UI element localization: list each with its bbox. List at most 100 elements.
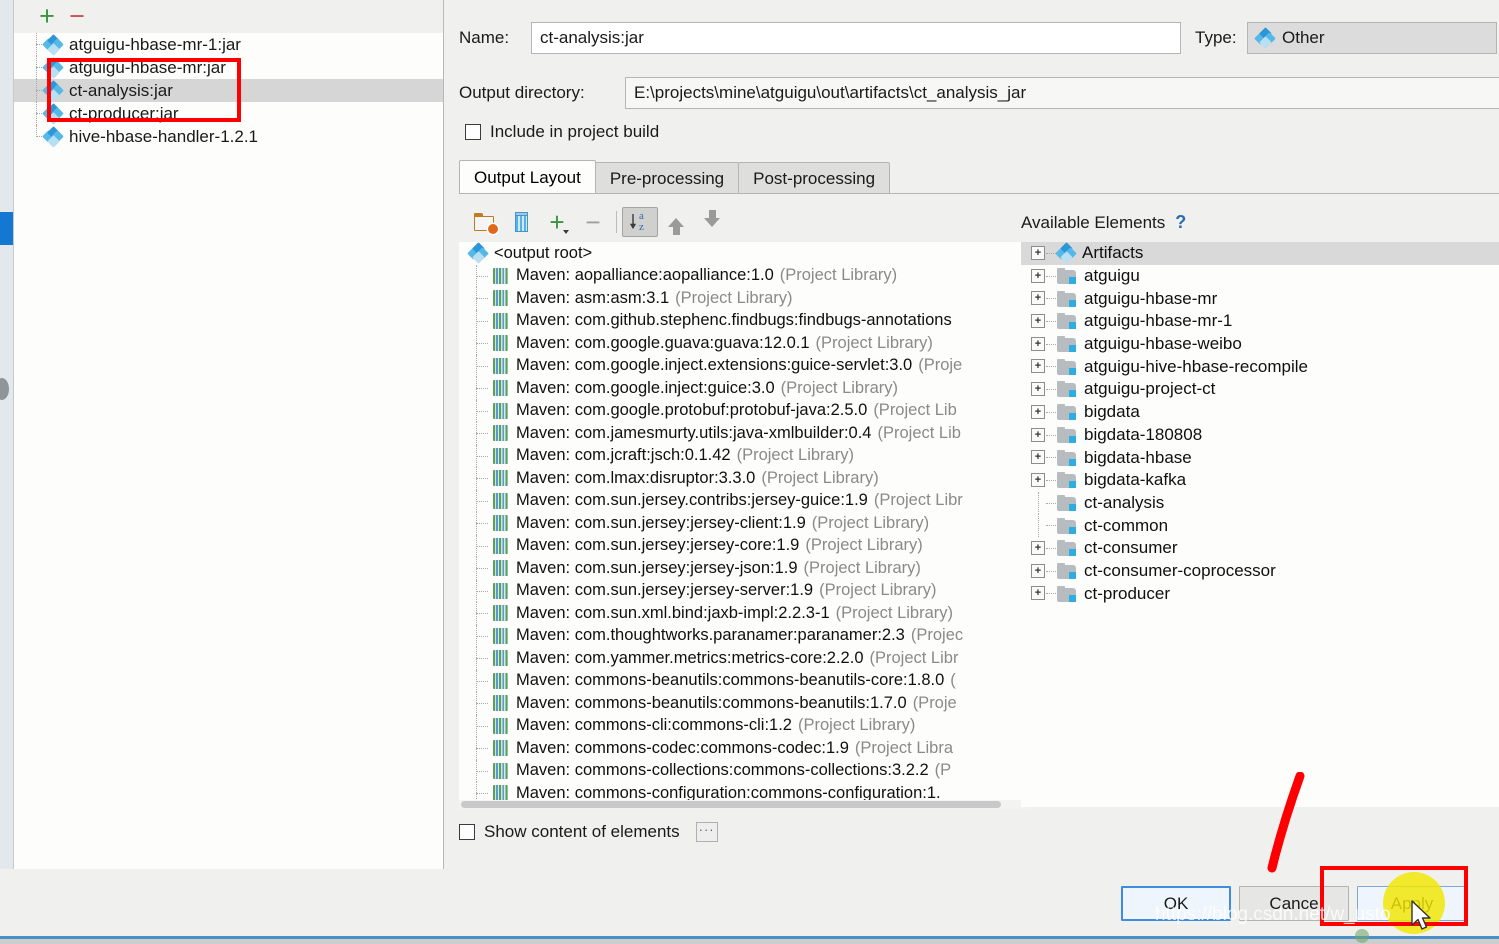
output-directory-input[interactable]: E:\projects\mine\atguigu\out\artifacts\c… (625, 77, 1499, 109)
expand-icon[interactable]: + (1031, 359, 1045, 374)
library-icon (493, 335, 508, 352)
show-content-of-elements-row[interactable]: Show content of elements ··· (459, 822, 718, 842)
type-select[interactable]: Other (1247, 22, 1497, 54)
available-elements-title: Available Elements (1021, 212, 1166, 232)
name-input[interactable]: ct-analysis:jar (531, 22, 1181, 54)
expand-icon[interactable]: + (1031, 450, 1045, 465)
expand-icon[interactable]: + (1031, 404, 1045, 419)
artifact-list-item[interactable]: ct-producer:jar (14, 102, 443, 125)
artifact-list-item[interactable]: atguigu-hbase-mr:jar (14, 56, 443, 79)
output-layout-hscrollbar[interactable] (459, 800, 1029, 809)
expand-icon[interactable]: + (1031, 427, 1045, 442)
available-element-row[interactable]: + ct-consumer-coprocessor (1021, 560, 1499, 583)
output-element-row[interactable]: Maven: com.yammer.metrics:metrics-core:2… (459, 647, 1029, 670)
available-element-row[interactable]: + atguigu-project-ct (1021, 378, 1499, 401)
output-element-row[interactable]: Maven: com.thoughtworks.paranamer:parana… (459, 624, 1029, 648)
add-artifact-icon[interactable]: + (32, 3, 62, 30)
output-layout-tree[interactable]: <output root> Maven: aopalliance:aopalli… (459, 242, 1029, 807)
move-down-icon[interactable] (694, 207, 730, 237)
available-element-row[interactable]: + bigdata-kafka (1021, 469, 1499, 492)
output-element-row[interactable]: Maven: commons-beanutils:commons-beanuti… (459, 669, 1029, 693)
library-icon (493, 672, 508, 689)
available-element-row[interactable]: + atguigu (1021, 265, 1499, 288)
library-scope: (Project Library) (819, 581, 937, 600)
library-icon (493, 267, 508, 284)
create-archive-icon[interactable] (503, 207, 539, 237)
available-element-row[interactable]: + atguigu-hive-hbase-recompile (1021, 355, 1499, 378)
expand-icon[interactable]: + (1031, 291, 1045, 306)
artifact-list-item[interactable]: ct-analysis:jar (14, 79, 443, 102)
available-element-row[interactable]: + bigdata (1021, 401, 1499, 424)
output-root-row[interactable]: <output root> (459, 242, 1029, 265)
expand-icon[interactable]: + (1031, 268, 1045, 283)
output-element-row[interactable]: Maven: commons-codec:commons-codec:1.9 (P… (459, 737, 1029, 760)
include-in-project-build-row[interactable]: Include in project build (465, 122, 659, 142)
expand-icon[interactable]: + (1031, 472, 1045, 487)
tab-output-layout[interactable]: Output Layout (459, 160, 596, 194)
expand-icon[interactable]: + (1031, 563, 1045, 578)
create-directory-icon[interactable] (467, 207, 503, 237)
output-element-row[interactable]: Maven: commons-collections:commons-colle… (459, 759, 1029, 783)
output-element-row[interactable]: Maven: asm:asm:3.1 (Project Library) (459, 287, 1029, 310)
tab-post-processing[interactable]: Post-processing (738, 162, 891, 194)
output-element-row[interactable]: Maven: com.sun.jersey:jersey-client:1.9 (… (459, 512, 1029, 535)
help-icon[interactable]: ? (1175, 212, 1186, 233)
output-element-row[interactable]: Maven: com.google.inject.extensions:guic… (459, 354, 1029, 378)
artifacts-list[interactable]: atguigu-hbase-mr-1:jar atguigu-hbase-mr:j… (14, 33, 443, 869)
module-icon (1057, 290, 1076, 307)
include-in-project-build-checkbox[interactable] (465, 124, 481, 140)
output-element-row[interactable]: Maven: aopalliance:aopalliance:1.0 (Proje… (459, 264, 1029, 288)
available-element-row[interactable]: + bigdata-hbase (1021, 446, 1499, 469)
expand-icon[interactable]: + (1031, 314, 1045, 329)
output-element-row[interactable]: Maven: com.google.guava:guava:12.0.1 (Pro… (459, 332, 1029, 355)
available-elements-tree[interactable]: + Artifacts + atguigu + atguigu-hbase-mr + atgu… (1021, 242, 1499, 807)
remove-element-icon[interactable]: − (575, 207, 611, 237)
move-up-icon[interactable] (658, 207, 694, 237)
output-element-row[interactable]: Maven: com.jamesmurty.utils:java-xmlbuil… (459, 422, 1029, 445)
library-icon (493, 560, 508, 577)
sort-alphabetically-icon[interactable]: az (622, 207, 658, 237)
output-element-row[interactable]: Maven: com.google.inject:guice:3.0 (Proje… (459, 377, 1029, 400)
remove-artifact-icon[interactable]: − (62, 3, 92, 30)
artifact-list-item[interactable]: atguigu-hbase-mr-1:jar (14, 33, 443, 56)
available-element-row[interactable]: + Artifacts (1021, 242, 1499, 265)
split-pane-handle[interactable] (0, 378, 9, 400)
available-element-row[interactable]: + ct-consumer (1021, 537, 1499, 560)
output-element-row[interactable]: Maven: commons-cli:commons-cli:1.2 (Proje… (459, 714, 1029, 738)
library-icon (493, 582, 508, 599)
expand-icon[interactable]: + (1031, 336, 1045, 351)
output-element-row[interactable]: Maven: com.jcraft:jsch:0.1.42 (Project Li… (459, 444, 1029, 468)
show-content-checkbox[interactable] (459, 824, 475, 840)
artifact-list-item[interactable]: hive-hbase-handler-1.2.1 (14, 125, 443, 148)
output-element-row[interactable]: Maven: com.lmax:disruptor:3.3.0 (Project … (459, 467, 1029, 490)
scrollbar-thumb[interactable] (461, 801, 1001, 808)
tab-pre-processing[interactable]: Pre-processing (594, 162, 740, 194)
ide-left-scrollbar[interactable] (0, 0, 14, 869)
more-options-icon[interactable]: ··· (695, 822, 718, 842)
available-element-row[interactable]: + atguigu-hbase-mr-1 (1021, 310, 1499, 333)
available-element-row[interactable]: + atguigu-hbase-mr (1021, 287, 1499, 310)
artifact-label: atguigu-hbase-mr:jar (69, 57, 226, 77)
output-element-row[interactable]: Maven: commons-beanutils:commons-beanuti… (459, 692, 1029, 715)
expand-icon[interactable]: + (1031, 246, 1045, 260)
output-directory-row: Output directory: E:\projects\mine\atgui… (459, 77, 1499, 109)
expand-icon[interactable]: + (1031, 586, 1045, 601)
expand-icon[interactable]: + (1031, 540, 1045, 555)
available-element-row[interactable]: + ct-producer (1021, 582, 1499, 605)
available-element-row[interactable]: + bigdata-180808 (1021, 424, 1499, 447)
available-element-row[interactable]: ct-common (1021, 514, 1499, 537)
library-icon (493, 717, 508, 734)
scrollbar-thumb[interactable] (0, 212, 13, 245)
output-element-row[interactable]: Maven: com.google.protobuf:protobuf-java… (459, 399, 1029, 423)
output-element-row[interactable]: Maven: com.sun.xml.bind:jaxb-impl:2.2.3-… (459, 602, 1029, 625)
add-copy-icon[interactable]: + (539, 207, 575, 237)
output-element-row[interactable]: Maven: com.sun.jersey:jersey-server:1.9 (… (459, 579, 1029, 603)
output-element-row[interactable]: Maven: com.sun.jersey.contribs:jersey-gu… (459, 489, 1029, 513)
output-element-row[interactable]: Maven: com.sun.jersey:jersey-json:1.9 (Pr… (459, 557, 1029, 580)
output-element-row[interactable]: Maven: com.sun.jersey:jersey-core:1.9 (Pr… (459, 534, 1029, 558)
available-element-row[interactable]: ct-analysis (1021, 491, 1499, 515)
available-element-row[interactable]: + atguigu-hbase-weibo (1021, 333, 1499, 356)
expand-icon[interactable]: + (1031, 382, 1045, 397)
output-element-row[interactable]: Maven: com.github.stephenc.findbugs:find… (459, 309, 1029, 333)
library-scope: ( (950, 671, 956, 690)
